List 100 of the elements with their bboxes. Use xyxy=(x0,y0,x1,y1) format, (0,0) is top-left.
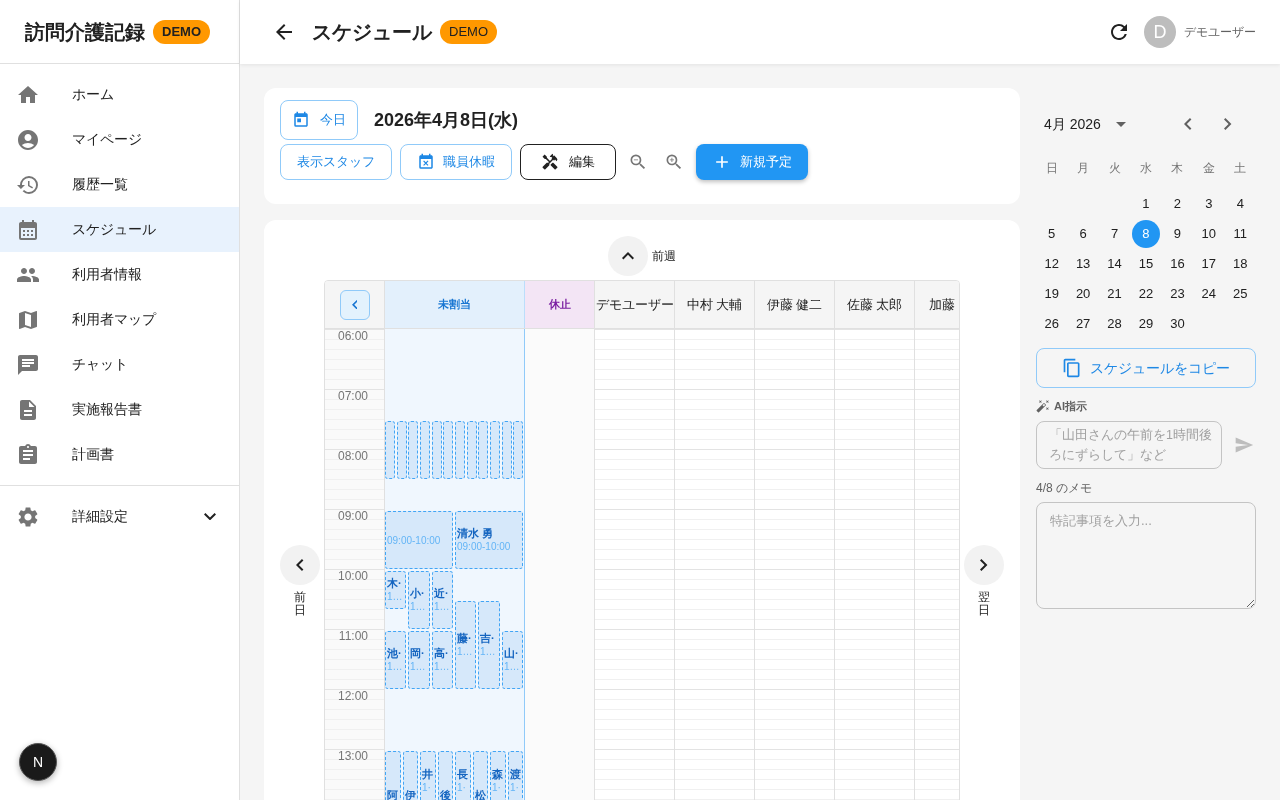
event-time: 1· xyxy=(422,781,432,794)
event-block[interactable] xyxy=(467,421,477,479)
event-block[interactable] xyxy=(432,421,442,479)
staff-filter-button[interactable]: 表示スタッフ xyxy=(280,144,392,180)
calendar-day[interactable]: 24 xyxy=(1194,280,1223,308)
calendar-day[interactable]: 6 xyxy=(1069,220,1098,248)
staff-leave-button[interactable]: 職員休暇 xyxy=(400,144,512,180)
scroll-left-button[interactable] xyxy=(339,289,370,320)
calendar-day[interactable]: 26 xyxy=(1037,310,1066,338)
copy-schedule-button[interactable]: スケジュールをコピー xyxy=(1036,348,1256,388)
calendar-day[interactable]: 9 xyxy=(1163,220,1192,248)
event-block[interactable]: 伊 xyxy=(403,751,418,800)
calendar-x-icon xyxy=(417,153,435,171)
calendar-day[interactable]: 18 xyxy=(1226,250,1255,278)
calendar-day[interactable]: 2 xyxy=(1163,190,1192,218)
calendar-day[interactable]: 22 xyxy=(1132,280,1160,308)
chevron-left-icon xyxy=(351,299,358,310)
weekday-label: 日 xyxy=(1045,160,1058,177)
event-block[interactable]: 長 1· xyxy=(455,751,471,800)
prev-week-label: 前週 xyxy=(652,248,676,265)
settings-item[interactable]: 詳細設定 xyxy=(0,494,239,539)
event-block[interactable] xyxy=(420,421,430,479)
time-label: 08:00 xyxy=(337,449,368,463)
event-time: 1… xyxy=(387,660,404,673)
calendar-day[interactable]: 7 xyxy=(1100,220,1129,248)
ai-instruction-field[interactable]: 「山田さんの午前を1時間後ろにずらして」など xyxy=(1036,420,1222,469)
sidebar-item[interactable]: スケジュール xyxy=(0,207,239,252)
event-time: 1… xyxy=(457,645,474,658)
event-block[interactable]: 近· 1… xyxy=(432,571,453,629)
calendar-day[interactable]: 21 xyxy=(1100,280,1129,308)
event-block[interactable]: 吉· 1… xyxy=(478,601,500,689)
calendar-day[interactable]: 11 xyxy=(1226,220,1255,248)
memo-field[interactable]: 特記事項を入力... xyxy=(1036,501,1256,609)
calendar-day[interactable]: 4 xyxy=(1226,190,1255,218)
event-block[interactable]: 清水 勇 09:00-10:00 xyxy=(455,511,523,569)
next-day-button[interactable] xyxy=(964,544,1004,585)
event-block[interactable]: 松 xyxy=(473,751,488,800)
caret-down-icon xyxy=(1115,121,1126,127)
event-time: 1… xyxy=(504,660,521,673)
event-block[interactable]: 森 1· xyxy=(490,751,506,800)
event-block[interactable]: 後 xyxy=(438,751,453,800)
event-name: 伊 xyxy=(405,788,416,800)
column-header: 加藤 xyxy=(915,281,959,328)
calendar-day[interactable]: 17 xyxy=(1194,250,1223,278)
event-block[interactable] xyxy=(385,421,395,479)
event-block[interactable] xyxy=(478,421,488,479)
magic-wand-icon xyxy=(1036,399,1050,414)
event-block[interactable]: 井 1· xyxy=(420,751,436,800)
app-title: 訪問介護記録 xyxy=(25,19,145,45)
event-block[interactable]: 渡 1· xyxy=(508,751,523,800)
calendar-day[interactable]: 15 xyxy=(1132,250,1160,278)
event-block[interactable] xyxy=(490,421,500,479)
weekday-label: 土 xyxy=(1234,160,1247,177)
event-block[interactable] xyxy=(513,421,523,479)
calendar-day[interactable]: 28 xyxy=(1100,310,1129,338)
event-block[interactable] xyxy=(455,421,465,479)
event-block[interactable]: 高· 1… xyxy=(432,631,453,689)
calendar-day[interactable]: 10 xyxy=(1194,220,1223,248)
calendar-day[interactable]: 3 xyxy=(1194,190,1223,218)
event-block[interactable]: 木· 1… xyxy=(385,571,406,609)
weekday-label: 水 xyxy=(1140,160,1152,177)
prev-day-button[interactable] xyxy=(280,544,320,585)
calendar-day[interactable]: 23 xyxy=(1163,280,1192,308)
calendar-day[interactable]: 20 xyxy=(1069,280,1098,308)
calendar-day[interactable]: 25 xyxy=(1226,280,1255,308)
event-block[interactable]: 池· 1… xyxy=(385,631,406,689)
event-name: 長 xyxy=(457,768,469,781)
event-name: 渡 xyxy=(510,768,521,781)
event-block[interactable]: 山· 1… xyxy=(502,631,523,689)
event-block[interactable]: 阿 xyxy=(385,751,401,800)
calendar-day[interactable]: 1 xyxy=(1132,190,1160,218)
event-time: 1· xyxy=(510,781,520,794)
calendar-day[interactable]: 19 xyxy=(1037,280,1066,308)
calendar-day[interactable]: 16 xyxy=(1163,250,1192,278)
today-button[interactable]: 今日 xyxy=(280,100,358,140)
calendar-day[interactable]: 13 xyxy=(1069,250,1098,278)
edit-button[interactable]: 編集 xyxy=(520,144,616,180)
event-block[interactable]: 岡· 1… xyxy=(408,631,430,689)
event-block[interactable]: 小· 1… xyxy=(408,571,430,629)
calendar-day[interactable]: 14 xyxy=(1100,250,1129,278)
tools-icon xyxy=(541,153,559,171)
event-block[interactable] xyxy=(397,421,407,479)
calendar-day[interactable]: 29 xyxy=(1132,310,1160,338)
chevron-left-icon xyxy=(1184,118,1192,130)
prev-week-button[interactable] xyxy=(608,236,648,276)
event-time: 09:00-10:00 xyxy=(457,540,512,553)
event-block[interactable] xyxy=(502,421,512,479)
time-label: 06:00 xyxy=(337,329,368,343)
calendar-day[interactable]: 30 xyxy=(1163,310,1192,338)
event-time: 1… xyxy=(387,590,404,603)
event-time: 1… xyxy=(480,645,497,658)
event-time: 1… xyxy=(410,660,427,673)
event-block[interactable]: 藤· 1… xyxy=(455,601,476,689)
event-block[interactable] xyxy=(443,421,453,479)
calendar-day[interactable]: 12 xyxy=(1037,250,1066,278)
column-header: 未割当 xyxy=(385,281,525,328)
calendar-day[interactable]: 27 xyxy=(1069,310,1098,338)
calendar-day[interactable]: 5 xyxy=(1037,220,1066,248)
chevron-left-icon xyxy=(296,558,304,571)
event-block[interactable] xyxy=(408,421,418,479)
